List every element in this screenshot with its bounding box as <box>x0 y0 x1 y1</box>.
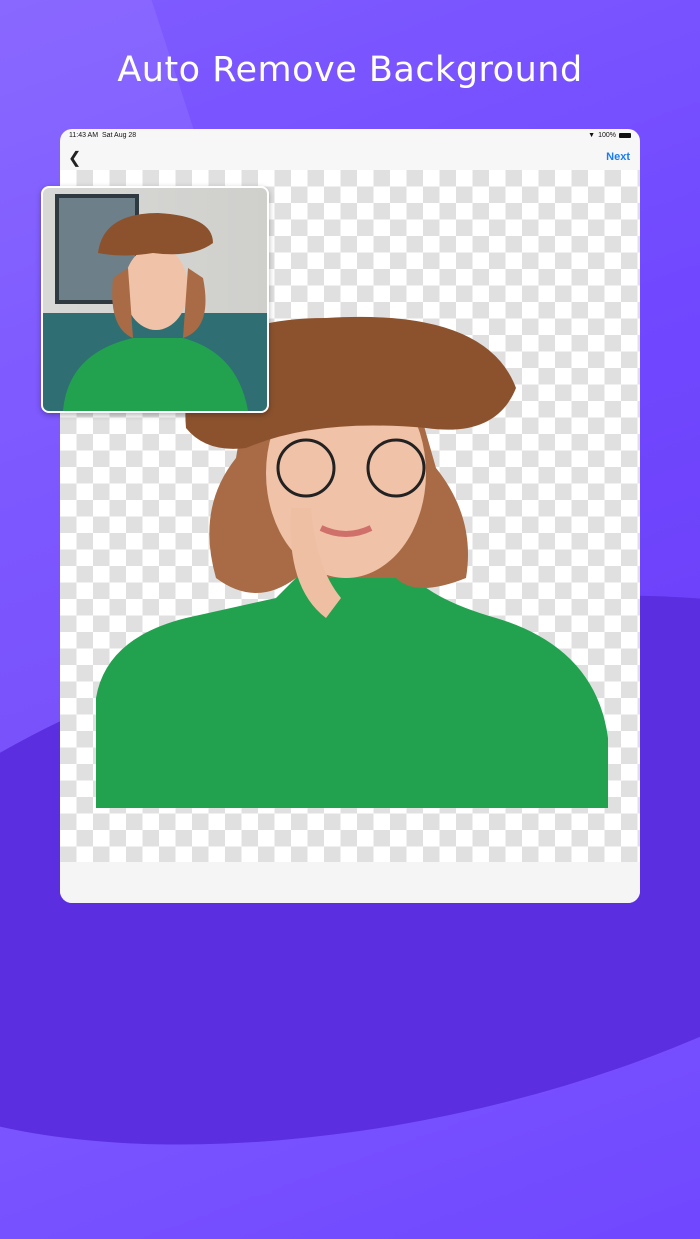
wifi-icon: ▼ <box>588 132 596 139</box>
next-button[interactable]: Next <box>606 151 630 163</box>
original-image-thumbnail[interactable] <box>41 186 269 413</box>
nav-bar: ❮ Next <box>60 143 640 170</box>
chevron-left-icon: ❮ <box>68 150 82 167</box>
status-time: 11:43 AM Sat Aug 28 <box>69 132 137 139</box>
back-button[interactable]: ❮ <box>68 148 81 168</box>
original-photo <box>43 194 267 411</box>
headline: Auto Remove Background <box>117 50 583 90</box>
battery-icon <box>619 133 631 138</box>
bottom-toolbar <box>60 862 640 903</box>
status-bar: 11:43 AM Sat Aug 28 ▼ 100% <box>60 129 640 143</box>
battery-percent: 100% <box>598 132 616 139</box>
